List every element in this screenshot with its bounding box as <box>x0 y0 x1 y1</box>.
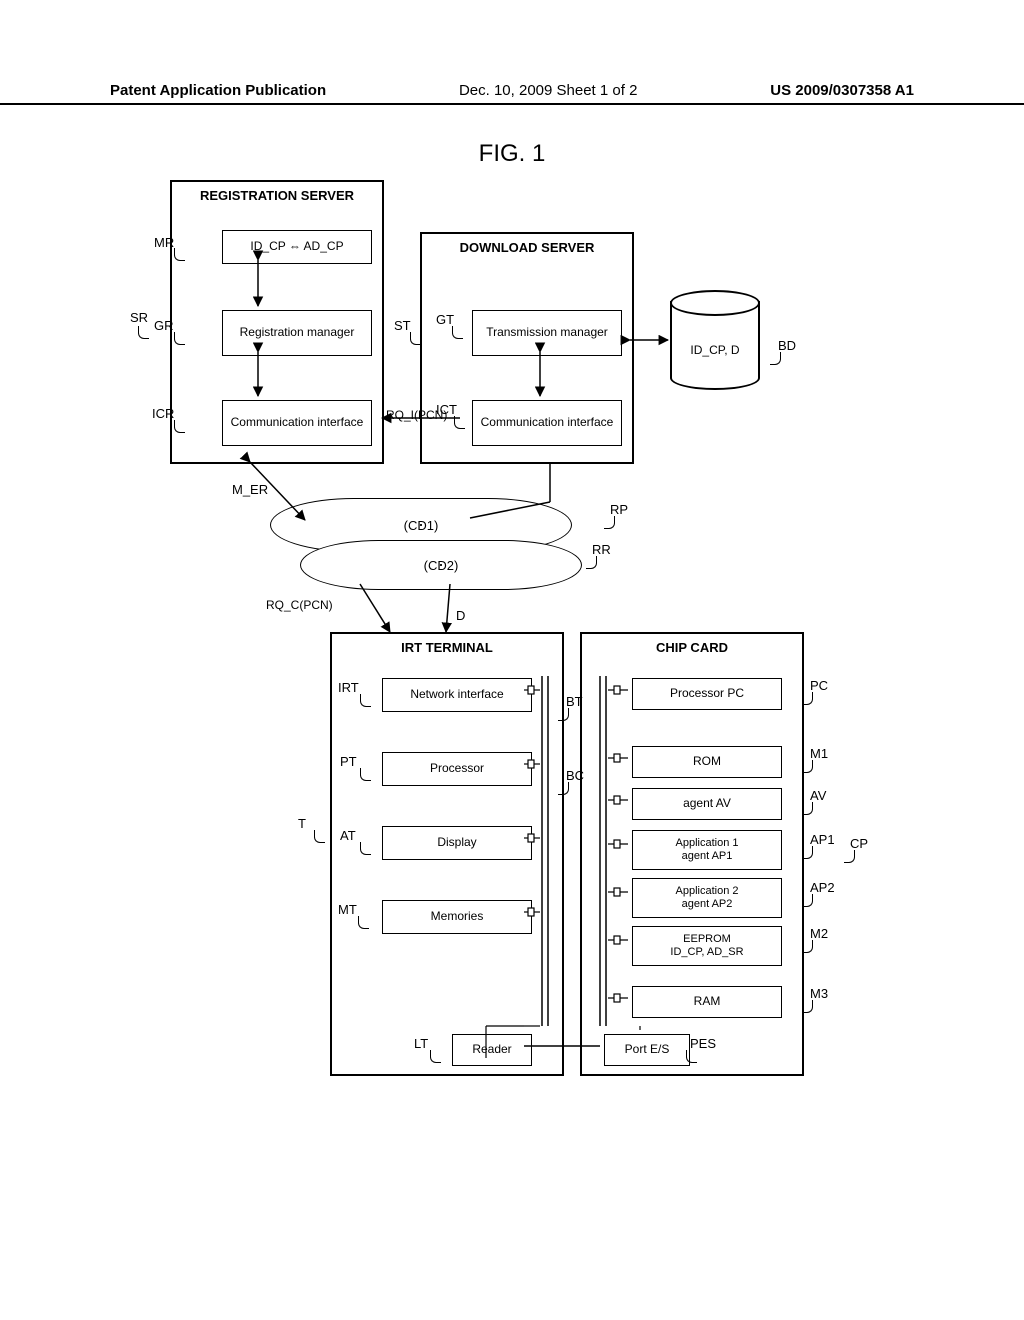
header-right: US 2009/0307358 A1 <box>770 82 914 99</box>
registration-server-box: REGISTRATION SERVER ID_CP ⇔ AD_CP Regist… <box>170 180 384 464</box>
gt-box: Transmission manager <box>472 310 622 356</box>
reader-box: Reader <box>452 1034 532 1066</box>
bt-label: BT <box>566 694 583 709</box>
rq-c-label: RQ_C(PCN) <box>266 598 333 612</box>
header-left: Patent Application Publication <box>110 82 326 99</box>
chip-card-box: CHIP CARD Processor PC ROM agent AV Appl… <box>580 632 804 1076</box>
cloud-cd2: (CD2) <box>300 540 582 590</box>
t-label: T <box>298 816 306 831</box>
ram-box: RAM <box>632 986 782 1018</box>
rq-i-label: RQ_I(PCN) <box>386 408 447 422</box>
download-server-box: DOWNLOAD SERVER Transmission manager Com… <box>420 232 634 464</box>
page-header: Patent Application Publication Dec. 10, … <box>0 82 1024 105</box>
icr-box: Communication interface <box>222 400 372 446</box>
icr-label: ICR <box>152 406 174 421</box>
network-interface-box: Network interface <box>382 678 532 712</box>
pc-label: PC <box>810 678 828 693</box>
av-box: agent AV <box>632 788 782 820</box>
at-label: AT <box>340 828 356 843</box>
pt-label: PT <box>340 754 357 769</box>
mt-label: MT <box>338 902 357 917</box>
ict-box: Communication interface <box>472 400 622 446</box>
m-er-label: M_ER <box>232 482 268 497</box>
pc-box: Processor PC <box>632 678 782 710</box>
st-label: ST <box>394 318 411 333</box>
rp-label: RP <box>610 502 628 517</box>
ap1-label: AP1 <box>810 832 835 847</box>
av-label: AV <box>810 788 826 803</box>
download-server-title: DOWNLOAD SERVER <box>422 234 632 261</box>
chip-card-title: CHIP CARD <box>582 634 802 661</box>
m2-line2: ID_CP, AD_SR <box>670 946 743 959</box>
irt-terminal-title: IRT TERMINAL <box>332 634 562 661</box>
ap2-line1: Application 2 <box>676 885 739 898</box>
cp-label: CP <box>850 836 868 851</box>
sr-label: SR <box>130 310 148 325</box>
mr-box: ID_CP ⇔ AD_CP <box>222 230 372 264</box>
m2-box: EEPROM ID_CP, AD_SR <box>632 926 782 966</box>
bd-label: BD <box>778 338 796 353</box>
ap2-line2: agent AP2 <box>682 898 733 911</box>
m3-label: M3 <box>810 986 828 1001</box>
lt-label: LT <box>414 1036 428 1051</box>
m2-line1: EEPROM <box>683 933 731 946</box>
m2-label: M2 <box>810 926 828 941</box>
gt-label: GT <box>436 312 454 327</box>
processor-box: Processor <box>382 752 532 786</box>
irt-label: IRT <box>338 680 359 695</box>
diagram: REGISTRATION SERVER ID_CP ⇔ AD_CP Regist… <box>130 180 900 1090</box>
bc-label: BC <box>566 768 584 783</box>
pes-box: Port E/S <box>604 1034 690 1066</box>
rr-label: RR <box>592 542 611 557</box>
ap1-line1: Application 1 <box>676 837 739 850</box>
d-label: D <box>456 608 465 623</box>
m1-label: M1 <box>810 746 828 761</box>
cloud-cd2-label: (CD2) <box>424 558 459 573</box>
database-content: ID_CP, D <box>670 301 760 390</box>
ap1-box: Application 1 agent AP1 <box>632 830 782 870</box>
gr-label: GR <box>154 318 174 333</box>
pes-label: PES <box>690 1036 716 1051</box>
database-cylinder: ID_CP, D <box>670 290 760 390</box>
memories-box: Memories <box>382 900 532 934</box>
header-center: Dec. 10, 2009 Sheet 1 of 2 <box>459 82 637 99</box>
ap2-box: Application 2 agent AP2 <box>632 878 782 918</box>
mr-label: MR <box>154 235 174 250</box>
gr-box: Registration manager <box>222 310 372 356</box>
cloud-cd1-label: (CD1) <box>404 518 439 533</box>
registration-server-title: REGISTRATION SERVER <box>172 182 382 209</box>
rom-box: ROM <box>632 746 782 778</box>
ap1-line2: agent AP1 <box>682 850 733 863</box>
ap2-label: AP2 <box>810 880 835 895</box>
figure-title: FIG. 1 <box>0 140 1024 168</box>
display-box: Display <box>382 826 532 860</box>
